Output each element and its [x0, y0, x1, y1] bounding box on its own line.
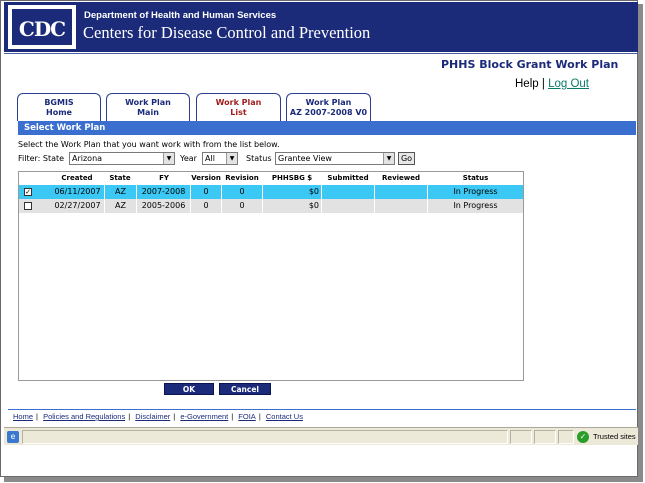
- center-name: Centers for Disease Control and Preventi…: [83, 23, 371, 42]
- year-label: Year: [180, 154, 197, 163]
- status-pane: [558, 430, 574, 444]
- state-select[interactable]: Arizona ▼: [69, 152, 175, 165]
- tab-label-line2: Home: [46, 108, 72, 117]
- banner-divider: [4, 53, 638, 54]
- chevron-down-icon: ▼: [226, 153, 237, 164]
- table-row[interactable]: ✓ 06/11/2007 AZ 2007-2008 0 0 $0 In Prog…: [19, 185, 523, 199]
- table-row[interactable]: 02/27/2007 AZ 2005-2006 0 0 $0 In Progre…: [19, 199, 523, 213]
- tab-work-plan-current[interactable]: Work Plan AZ 2007-2008 V0: [286, 93, 371, 121]
- link-separator: |: [541, 78, 545, 90]
- tab-label-line1: BGMIS: [44, 98, 74, 107]
- chevron-down-icon: ▼: [163, 153, 174, 164]
- cell-version: 0: [191, 199, 222, 213]
- column-header-state[interactable]: State: [105, 172, 135, 184]
- tab-bgmis-home[interactable]: BGMIS Home: [17, 93, 101, 121]
- tab-label-line2: Main: [137, 108, 159, 117]
- chevron-down-icon: ▼: [383, 153, 394, 164]
- column-header-submitted[interactable]: Submitted: [322, 172, 374, 184]
- row-checkbox[interactable]: ✓: [24, 188, 32, 196]
- status-text-pane: [22, 430, 508, 444]
- logout-link[interactable]: Log Out: [548, 78, 589, 90]
- window-shadow-bottom: [4, 477, 643, 482]
- footer-links: Home | Policies and Regulations | Disclaim…: [13, 412, 303, 421]
- instruction-text: Select the Work Plan that you want work …: [18, 140, 280, 149]
- footer-link-home[interactable]: Home: [13, 412, 33, 421]
- cell-submitted: [322, 185, 375, 199]
- tab-work-plan-main[interactable]: Work Plan Main: [106, 93, 190, 121]
- cell-amount: $0: [263, 199, 322, 213]
- footer-link-disclaimer[interactable]: Disclaimer: [135, 412, 170, 421]
- column-header-version[interactable]: Version: [191, 172, 221, 184]
- cell-revision: 0: [222, 185, 263, 199]
- footer-divider: [8, 409, 636, 410]
- cell-amount: $0: [263, 185, 322, 199]
- cell-fy: 2007-2008: [137, 185, 191, 199]
- tab-work-plan-list[interactable]: Work Plan List: [196, 93, 281, 121]
- status-select[interactable]: Grantee View ▼: [275, 152, 395, 165]
- status-pane: [510, 430, 532, 444]
- status-pane: [534, 430, 556, 444]
- footer-link-egovernment[interactable]: e-Government: [180, 412, 228, 421]
- work-plan-table: Created State FY Version Revision PHHSBG…: [18, 171, 524, 381]
- column-header-status[interactable]: Status: [428, 172, 523, 184]
- go-button[interactable]: Go: [398, 152, 415, 165]
- footer-link-contact[interactable]: Contact Us: [266, 412, 303, 421]
- tab-label-line1: Work Plan: [215, 98, 262, 107]
- app-title: PHHS Block Grant Work Plan: [441, 58, 619, 71]
- cell-status: In Progress: [453, 201, 498, 210]
- cell-submitted: [322, 199, 375, 213]
- cell-revision: 0: [222, 199, 263, 213]
- security-zone[interactable]: ✓ Trusted sites: [577, 430, 636, 444]
- cell-reviewed: [375, 199, 428, 213]
- state-select-value: Arizona: [72, 154, 103, 163]
- section-title: Select Work Plan: [18, 121, 636, 135]
- cell-created: 02/27/2007: [51, 199, 105, 213]
- cell-reviewed: [375, 185, 428, 199]
- cell-created: 06/11/2007: [51, 185, 105, 199]
- department-name: Department of Health and Human Services: [84, 10, 277, 21]
- year-select-value: All: [205, 154, 215, 163]
- column-header-amount[interactable]: PHHSBG $: [263, 172, 321, 184]
- checkmark-icon: ✓: [577, 431, 589, 443]
- table-header: Created State FY Version Revision PHHSBG…: [19, 172, 523, 184]
- browser-status-bar: e ✓ Trusted sites: [4, 427, 638, 445]
- window-shadow-right: [638, 4, 643, 481]
- cell-version: 0: [191, 185, 222, 199]
- status-label: Status: [246, 154, 272, 163]
- column-header-fy[interactable]: FY: [137, 172, 191, 184]
- cell-fy: 2005-2006: [137, 199, 191, 213]
- status-select-value: Grantee View: [278, 154, 332, 163]
- column-header-reviewed[interactable]: Reviewed: [375, 172, 427, 184]
- help-logout-links: Help | Log Out: [515, 78, 589, 90]
- cdc-logo-text: CDC: [12, 9, 72, 45]
- footer-link-policies[interactable]: Policies and Regulations: [43, 412, 125, 421]
- help-link[interactable]: Help: [515, 78, 539, 90]
- cell-state: AZ: [105, 185, 137, 199]
- year-select[interactable]: All ▼: [202, 152, 238, 165]
- cell-status: In Progress: [453, 187, 498, 196]
- cancel-button[interactable]: Cancel: [219, 383, 271, 395]
- ok-button[interactable]: OK: [164, 383, 214, 395]
- tab-label-line1: Work Plan: [125, 98, 171, 107]
- footer-link-foia[interactable]: FOIA: [238, 412, 256, 421]
- filter-state-label: Filter: State: [18, 154, 65, 163]
- column-header-created[interactable]: Created: [51, 172, 103, 184]
- column-header-revision[interactable]: Revision: [222, 172, 262, 184]
- page-icon: e: [7, 431, 19, 443]
- cdc-logo[interactable]: CDC: [8, 5, 76, 49]
- cell-state: AZ: [105, 199, 137, 213]
- tab-label-line2: List: [230, 108, 247, 117]
- row-checkbox[interactable]: [24, 202, 32, 210]
- security-zone-label: Trusted sites: [593, 432, 636, 441]
- tab-label-line2: AZ 2007-2008 V0: [289, 108, 368, 117]
- tab-label-line1: Work Plan: [305, 98, 352, 107]
- cdc-banner: CDC Department of Health and Human Servi…: [4, 2, 638, 52]
